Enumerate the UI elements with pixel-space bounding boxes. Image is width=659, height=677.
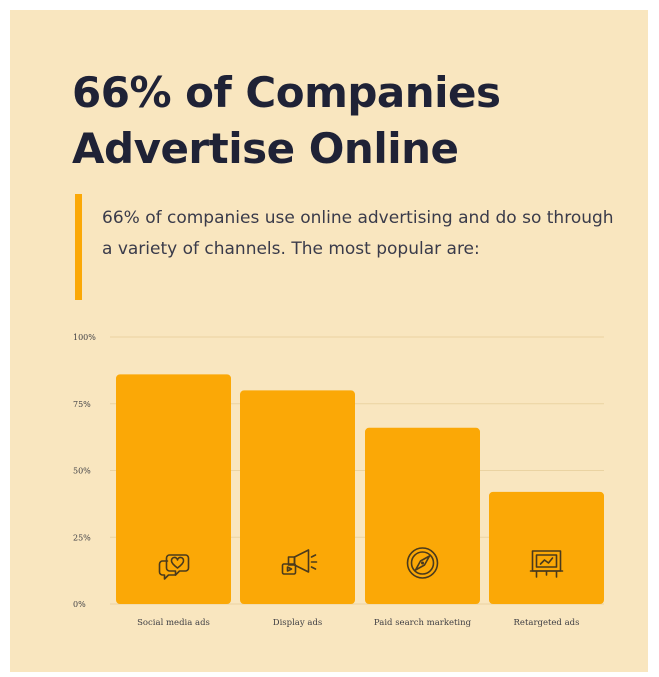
- y-tick-label: 25%: [73, 533, 91, 542]
- bar: [489, 491, 604, 604]
- bar: [116, 374, 231, 604]
- x-category-label: Social media ads: [137, 618, 210, 628]
- x-category-label: Paid search marketing: [374, 618, 472, 628]
- y-tick-label: 100%: [73, 333, 96, 342]
- y-tick-label: 0%: [73, 600, 86, 609]
- compass-icon: [406, 547, 439, 579]
- y-tick-label: 75%: [73, 400, 91, 409]
- bar-chart: 0% 25% 50% 75% 100% Social media ads Display a…: [73, 333, 604, 628]
- bar: [240, 390, 355, 604]
- x-category-label: Display ads: [273, 618, 323, 628]
- infographic-card: 66% of Companies Advertise Online 66% of…: [10, 10, 648, 672]
- y-tick-label: 50%: [73, 467, 91, 476]
- x-category-label: Retargeted ads: [514, 618, 580, 628]
